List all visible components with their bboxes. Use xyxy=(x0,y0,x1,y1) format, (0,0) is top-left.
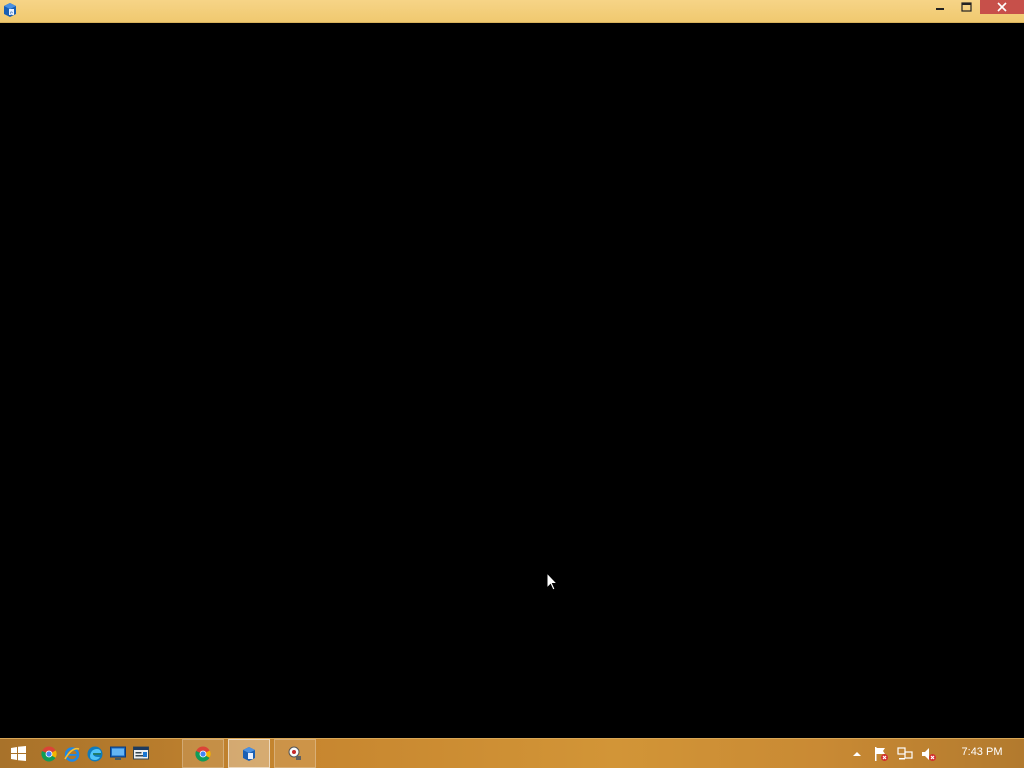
taskbar: 7:43 PM xyxy=(0,738,1024,768)
pinned-server-manager[interactable] xyxy=(129,739,153,768)
pinned-internet-explorer[interactable] xyxy=(60,739,84,768)
taskbar-running-tool[interactable] xyxy=(274,739,316,768)
chevron-up-icon xyxy=(853,752,861,756)
minimize-button[interactable] xyxy=(926,0,953,14)
remote-desktop-icon xyxy=(110,746,126,760)
maximize-icon xyxy=(961,2,972,12)
action-center-button[interactable] xyxy=(873,746,889,762)
taskbar-running-app-active[interactable] xyxy=(228,739,270,768)
internet-explorer-icon xyxy=(64,746,80,762)
edge-icon xyxy=(87,746,103,761)
mouse-cursor-icon xyxy=(546,572,558,591)
flag-warning-icon xyxy=(875,747,888,761)
client-area[interactable] xyxy=(0,23,1024,738)
title-bar[interactable]: e xyxy=(0,0,1024,23)
pinned-chrome[interactable] xyxy=(37,739,61,768)
start-button[interactable] xyxy=(4,739,32,768)
server-manager-icon xyxy=(133,746,149,760)
volume-muted-icon xyxy=(922,748,936,761)
tool-icon xyxy=(288,746,301,760)
chrome-icon xyxy=(195,746,211,761)
minimize-icon xyxy=(935,8,944,10)
svg-text:e: e xyxy=(10,11,13,17)
app-icon[interactable]: e xyxy=(3,2,17,18)
network-icon xyxy=(897,747,913,760)
pinned-edge[interactable] xyxy=(83,739,107,768)
show-hidden-icons-button[interactable] xyxy=(849,746,865,762)
maximize-button[interactable] xyxy=(953,0,980,14)
close-icon xyxy=(997,2,1007,12)
pinned-remote-desktop[interactable] xyxy=(106,739,130,768)
taskbar-running-chrome[interactable] xyxy=(182,739,224,768)
volume-button[interactable] xyxy=(921,746,937,762)
network-button[interactable] xyxy=(897,746,913,762)
application-window: e xyxy=(0,0,1024,738)
close-button[interactable] xyxy=(980,0,1024,14)
taskbar-clock[interactable]: 7:43 PM xyxy=(952,746,1012,758)
windows-logo-icon xyxy=(10,746,26,761)
chrome-icon xyxy=(41,746,57,761)
app-icon xyxy=(243,746,255,761)
